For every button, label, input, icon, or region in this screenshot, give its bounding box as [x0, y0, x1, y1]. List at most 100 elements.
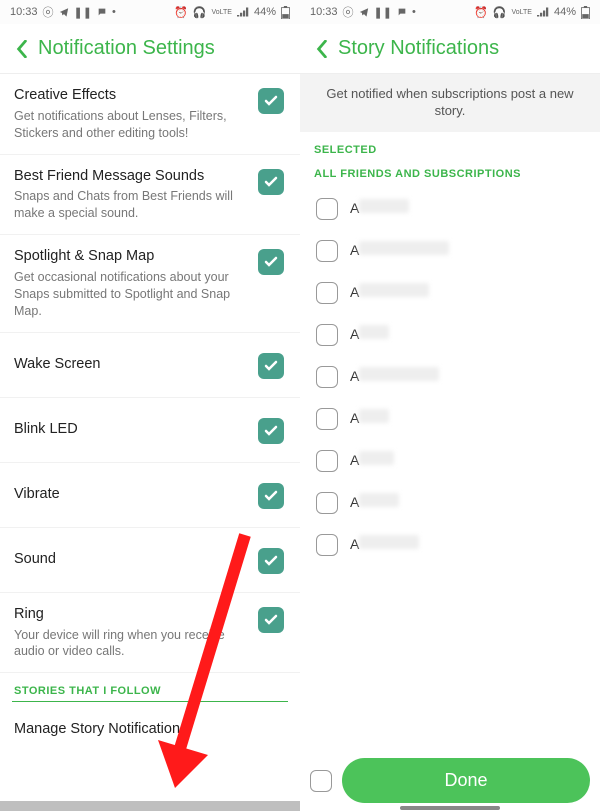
redacted-name [359, 325, 389, 339]
manage-story-notifications[interactable]: Manage Story Notifications [0, 702, 300, 757]
setting-sub: Get occasional notifications about your … [14, 269, 248, 320]
signal-icon [237, 7, 249, 17]
status-time: 10:33 [310, 6, 338, 18]
back-button[interactable] [6, 33, 38, 65]
setting-sub: Get notifications about Lenses, Filters,… [14, 108, 248, 142]
check-icon [263, 93, 279, 109]
page-title: Story Notifications [338, 37, 499, 60]
setting-title: Ring [14, 605, 248, 624]
checkbox-checked[interactable] [258, 548, 284, 574]
friend-initial: A [350, 410, 359, 426]
checkbox-unchecked[interactable] [316, 366, 338, 388]
volte-icon: VoLTE [511, 9, 532, 16]
friend-row[interactable]: A [300, 524, 600, 566]
duo-icon: ⓞ [343, 4, 354, 20]
back-button[interactable] [306, 33, 338, 65]
setting-title: Sound [14, 550, 248, 569]
checkbox-unchecked[interactable] [316, 492, 338, 514]
redacted-name [359, 409, 389, 423]
redacted-name [359, 367, 439, 381]
signal-icon [537, 7, 549, 17]
done-button[interactable]: Done [342, 758, 590, 803]
status-battery: 44% [554, 6, 576, 18]
checkbox-unchecked[interactable] [316, 408, 338, 430]
pause-icon: ❚❚ [74, 6, 92, 19]
checkbox-checked[interactable] [258, 169, 284, 195]
checkbox-unchecked[interactable] [316, 240, 338, 262]
friend-initial: A [350, 452, 359, 468]
chat-icon [397, 7, 407, 17]
friend-row[interactable]: A [300, 482, 600, 524]
checkbox-checked[interactable] [258, 418, 284, 444]
friend-initial: A [350, 536, 359, 552]
checkbox-checked[interactable] [258, 88, 284, 114]
check-icon [263, 553, 279, 569]
redacted-name [359, 535, 419, 549]
app-header: Story Notifications [300, 24, 600, 74]
status-time: 10:33 [10, 6, 38, 18]
checkbox-unchecked[interactable] [310, 770, 332, 792]
friend-row[interactable]: A [300, 230, 600, 272]
check-icon [263, 423, 279, 439]
section-all-friends: ALL FRIENDS AND SUBSCRIPTIONS [300, 164, 600, 188]
checkbox-checked[interactable] [258, 353, 284, 379]
checkbox-checked[interactable] [258, 607, 284, 633]
setting-vibrate[interactable]: Vibrate [0, 463, 300, 528]
headset-icon: 🎧 [193, 6, 207, 19]
friend-initial: A [350, 242, 359, 258]
setting-ring[interactable]: Ring Your device will ring when you rece… [0, 593, 300, 674]
status-bar: 10:33 ⓞ ❚❚ • ⏰ 🎧 VoLTE 44% [300, 0, 600, 24]
app-header: Notification Settings [0, 24, 300, 74]
checkbox-unchecked[interactable] [316, 324, 338, 346]
volte-icon: VoLTE [211, 9, 232, 16]
checkbox-unchecked[interactable] [316, 534, 338, 556]
more-icon: • [412, 6, 416, 18]
setting-title: Blink LED [14, 420, 248, 439]
section-selected: SELECTED [300, 132, 600, 164]
friend-initial: A [350, 368, 359, 384]
friend-initial: A [350, 494, 359, 510]
redacted-name [359, 199, 409, 213]
setting-sound[interactable]: Sound [0, 528, 300, 593]
more-icon: • [112, 6, 116, 18]
friend-row[interactable]: A [300, 398, 600, 440]
chevron-left-icon [15, 40, 29, 58]
redacted-name [359, 493, 399, 507]
duo-icon: ⓞ [43, 4, 54, 20]
friend-row[interactable]: A [300, 314, 600, 356]
setting-best-friend-sounds[interactable]: Best Friend Message Sounds Snaps and Cha… [0, 155, 300, 236]
checkbox-unchecked[interactable] [316, 198, 338, 220]
setting-creative-effects[interactable]: Creative Effects Get notifications about… [0, 74, 300, 155]
friend-row[interactable]: A [300, 272, 600, 314]
chevron-left-icon [315, 40, 329, 58]
telegram-icon [359, 7, 369, 17]
setting-title: Manage Story Notifications [14, 720, 274, 739]
nav-handle[interactable] [400, 806, 500, 810]
redacted-name [359, 283, 429, 297]
info-banner: Get notified when subscriptions post a n… [300, 74, 600, 132]
setting-wake-screen[interactable]: Wake Screen [0, 333, 300, 398]
checkbox-checked[interactable] [258, 249, 284, 275]
setting-blink-led[interactable]: Blink LED [0, 398, 300, 463]
setting-spotlight-snapmap[interactable]: Spotlight & Snap Map Get occasional noti… [0, 235, 300, 332]
friend-initial: A [350, 326, 359, 342]
friend-row[interactable]: A [300, 188, 600, 230]
screen-notification-settings: 10:33 ⓞ ❚❚ • ⏰ 🎧 VoLTE 44% Notification … [0, 0, 300, 811]
friend-initial: A [350, 284, 359, 300]
nav-strip [0, 801, 300, 811]
checkbox-unchecked[interactable] [316, 450, 338, 472]
setting-title: Spotlight & Snap Map [14, 247, 248, 266]
checkbox-checked[interactable] [258, 483, 284, 509]
headset-icon: 🎧 [493, 6, 507, 19]
checkbox-unchecked[interactable] [316, 282, 338, 304]
alarm-icon: ⏰ [474, 6, 488, 19]
friend-row[interactable]: A [300, 356, 600, 398]
check-icon [263, 358, 279, 374]
setting-title: Best Friend Message Sounds [14, 167, 248, 186]
telegram-icon [59, 7, 69, 17]
friends-list[interactable]: A A A A A A A [300, 188, 600, 811]
setting-title: Vibrate [14, 485, 248, 504]
battery-icon [281, 6, 290, 19]
friend-row[interactable]: A [300, 440, 600, 482]
done-bar: Done [310, 758, 590, 803]
